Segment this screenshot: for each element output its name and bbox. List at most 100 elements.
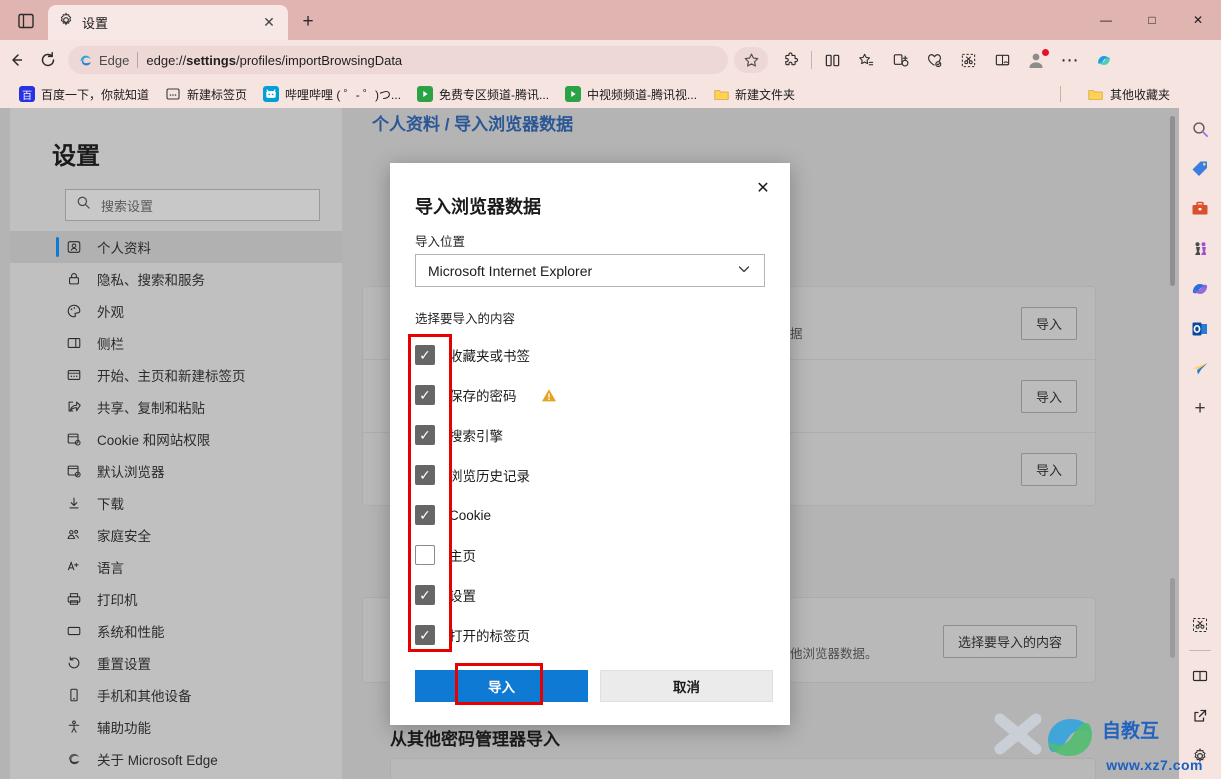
bookmark-folder[interactable]: 新建文件夹 [706, 84, 802, 105]
sidebar-item-downloads[interactable]: 下载 [10, 487, 342, 519]
select-import-content-button[interactable]: 选择要导入的内容 [942, 624, 1077, 658]
close-window-button[interactable]: ✕ [1175, 0, 1221, 40]
games-icon[interactable] [1185, 234, 1215, 264]
profile-badge [1042, 49, 1049, 56]
tab-close-icon[interactable]: ✕ [260, 14, 278, 32]
list-item[interactable]: ✓ 浏览历史记录 [415, 455, 765, 495]
confirm-import-button[interactable]: 导入 [415, 670, 588, 702]
tab-list-icon[interactable] [10, 8, 42, 34]
browser-tab-settings[interactable]: 设置 ✕ [48, 5, 288, 40]
minimize-button[interactable]: — [1083, 0, 1129, 40]
list-item[interactable]: ✓ 设置 [415, 575, 765, 615]
check-glyph: ✓ [419, 587, 431, 603]
list-item[interactable]: ✓ 打开的标签页 [415, 615, 765, 655]
checkbox-favorites[interactable]: ✓ [415, 345, 435, 365]
scrollbar-thumb[interactable] [1170, 116, 1175, 286]
reload-button[interactable] [32, 45, 64, 75]
import-button[interactable]: 导入 [1020, 453, 1077, 486]
maximize-button[interactable]: □ [1129, 0, 1175, 40]
dialog-actions: 导入 取消 [415, 670, 773, 702]
sidebar-item-startpage[interactable]: 开始、主页和新建标签页 [10, 359, 342, 391]
sidebar-item-cookies[interactable]: Cookie 和网站权限 [10, 423, 342, 455]
cancel-button[interactable]: 取消 [600, 670, 773, 702]
tools-briefcase-icon[interactable] [1185, 194, 1215, 224]
close-icon[interactable]: ✕ [748, 173, 778, 203]
import-items-list: ✓ 收藏夹或书签 ✓ 保存的密码 ✓ 搜索引擎 ✓ 浏览历史记录 ✓ Cooki… [415, 335, 765, 655]
import-button[interactable]: 导入 [1020, 379, 1077, 413]
favorites-icon[interactable] [849, 45, 883, 75]
list-item[interactable]: ✓ 搜索引擎 [415, 415, 765, 455]
screenshot-icon[interactable] [1185, 610, 1215, 640]
list-item[interactable]: ✓ 收藏夹或书签 [415, 335, 765, 375]
profile-avatar[interactable] [1019, 45, 1053, 75]
list-item[interactable]: 主页 [415, 535, 765, 575]
checkbox-cookies[interactable]: ✓ [415, 505, 435, 525]
sidebar-item-label: 打印机 [97, 593, 138, 608]
list-item-label: 打开的标签页 [449, 629, 530, 644]
bookmark-item[interactable]: 百 百度一下，你就知道 [12, 84, 156, 105]
checkbox-saved-passwords[interactable]: ✓ [415, 385, 435, 405]
favorite-star-icon[interactable] [734, 47, 768, 73]
sidebar-item-about-edge[interactable]: 关于 Microsoft Edge [10, 743, 342, 775]
split-screen-icon[interactable] [815, 45, 849, 75]
bookmark-label: 中视频频道-腾讯视... [587, 87, 698, 102]
sidebar-item-share[interactable]: 共享、复制和粘贴 [10, 391, 342, 423]
sidebar-item-system[interactable]: 系统和性能 [10, 615, 342, 647]
sidebar-item-reset[interactable]: 重置设置 [10, 647, 342, 679]
url-input[interactable]: Edge edge://settings/profiles/importBrow… [68, 46, 728, 74]
lock-icon [65, 270, 83, 288]
sidebar-item-accessibility[interactable]: 辅助功能 [10, 711, 342, 743]
checkbox-open-tabs[interactable]: ✓ [415, 625, 435, 645]
reset-icon [65, 654, 83, 672]
other-favorites[interactable]: 其他收藏夹 [1081, 80, 1177, 108]
breadcrumb[interactable]: back-arrow-icon 个人资料 / 导入浏览器数据 [362, 110, 573, 135]
sidebar-item-languages[interactable]: 语言 [10, 551, 342, 583]
checkbox-browsing-history[interactable]: ✓ [415, 465, 435, 485]
bookmark-item[interactable]: 哔哩哔哩 ( ゜- ゜)つ... [256, 84, 408, 105]
extensions-icon[interactable] [774, 45, 808, 75]
sidebar-item-appearance[interactable]: 外观 [10, 295, 342, 327]
more-options-icon[interactable]: ⋯ [1053, 45, 1087, 75]
new-tab-button[interactable]: + [296, 10, 320, 34]
import-source-select[interactable]: Microsoft Internet Explorer [415, 254, 765, 287]
sidebar-item-sidebar[interactable]: 侧栏 [10, 327, 342, 359]
add-icon[interactable]: + [1185, 394, 1215, 424]
tencent-video-favicon [417, 86, 434, 102]
bookmark-item[interactable]: 免费专区频道-腾讯... [410, 84, 556, 105]
import-button[interactable]: 导入 [1020, 306, 1077, 340]
sidebar-item-printers[interactable]: 打印机 [10, 583, 342, 615]
copilot-icon[interactable] [1087, 45, 1121, 75]
shopping-tag-icon[interactable] [1185, 154, 1215, 184]
checkbox-search-engines[interactable]: ✓ [415, 425, 435, 445]
list-item[interactable]: ✓ Cookie [415, 495, 765, 535]
split-screen-icon[interactable] [1185, 661, 1215, 691]
folder-icon [1088, 86, 1104, 102]
list-item[interactable]: ✓ 保存的密码 [415, 375, 765, 415]
bookmark-item[interactable]: 中视频频道-腾讯视... [558, 84, 704, 105]
sidebar-item-label: 个人资料 [97, 241, 151, 256]
read-aloud-icon[interactable] [985, 45, 1019, 75]
sidebar-item-default-browser[interactable]: 默认浏览器 [10, 455, 342, 487]
screenshot-icon[interactable] [951, 45, 985, 75]
paper-plane-icon[interactable] [1185, 354, 1215, 384]
back-button[interactable] [0, 45, 32, 75]
outlook-icon[interactable] [1185, 314, 1215, 344]
collections-icon[interactable] [883, 45, 917, 75]
search-icon[interactable] [1185, 114, 1215, 144]
choose-content-label: 选择要导入的内容 [415, 312, 516, 326]
sidebar-item-phone-devices[interactable]: 手机和其他设备 [10, 679, 342, 711]
list-item-label: 保存的密码 [449, 389, 517, 404]
checkbox-settings[interactable]: ✓ [415, 585, 435, 605]
search-input[interactable]: 搜索设置 [65, 189, 320, 221]
sidebar-item-profile[interactable]: 个人资料 [10, 231, 342, 263]
sidebar-item-label: 共享、复制和粘贴 [97, 401, 205, 416]
bookmark-item[interactable]: 新建标签页 [158, 84, 254, 105]
sidebar-item-privacy[interactable]: 隐私、搜索和服务 [10, 263, 342, 295]
browser-essentials-icon[interactable] [917, 45, 951, 75]
newtab-page-icon [65, 366, 83, 384]
palette-icon [65, 302, 83, 320]
scrollbar-thumb-secondary[interactable] [1170, 578, 1175, 658]
copilot-icon[interactable] [1185, 274, 1215, 304]
sidebar-item-family-safety[interactable]: 家庭安全 [10, 519, 342, 551]
checkbox-homepage[interactable] [415, 545, 435, 565]
